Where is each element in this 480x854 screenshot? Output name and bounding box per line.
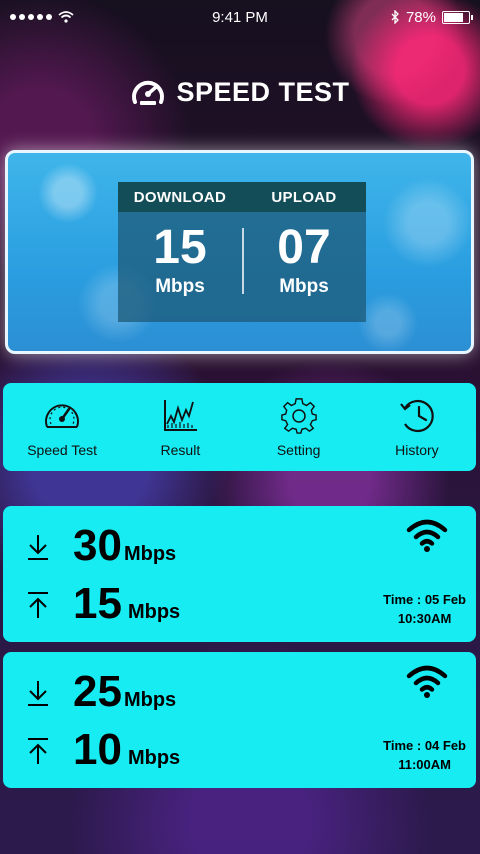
divider [242, 228, 244, 294]
history-time: Time : 04 Feb 11:00AM [383, 736, 466, 774]
history-clock-icon [400, 399, 434, 433]
history-card[interactable]: 30 Mbps 15 Mbps Time : 05 Feb 10:30AM [3, 506, 476, 642]
speed-values: 15 Mbps 07 Mbps [118, 212, 366, 322]
status-bar: 9:41 PM 78% [0, 0, 480, 34]
nav-result[interactable]: Result [121, 383, 239, 471]
history-upload-value: 10 [73, 725, 122, 774]
upload-arrow-icon [28, 738, 48, 764]
nav-history-label: History [395, 442, 439, 458]
nav-setting-label: Setting [276, 442, 321, 458]
speed-readout: DOWNLOAD UPLOAD 15 Mbps 07 Mbps [118, 182, 366, 322]
history-clock-time: 10:30AM [397, 611, 452, 626]
speedometer-icon [45, 404, 80, 428]
bluetooth-icon [391, 10, 399, 24]
download-value: 15 [153, 221, 207, 274]
app-title: SPEED TEST [176, 76, 350, 107]
status-right: 78% [390, 8, 473, 26]
history-download-value: 30 [73, 521, 122, 570]
wifi-icon [406, 665, 448, 698]
gear-icon [280, 398, 317, 434]
speed-header: DOWNLOAD UPLOAD [118, 182, 366, 212]
history-download-unit: Mbps [123, 689, 177, 711]
download-label: DOWNLOAD [133, 188, 227, 206]
history-download-unit: Mbps [123, 543, 177, 565]
upload-value: 07 [277, 221, 331, 274]
history-download-row: 25 Mbps [25, 670, 176, 714]
history-time: Time : 05 Feb 10:30AM [383, 590, 466, 628]
download-arrow-icon [28, 681, 48, 706]
app-header: SPEED TEST [0, 74, 480, 110]
history-upload-value: 15 [73, 579, 122, 628]
history-upload-unit: Mbps [127, 747, 181, 769]
download-readout: 15 Mbps [118, 212, 242, 322]
nav-bar: Speed Test Result Setting History [3, 383, 476, 471]
current-speed-panel: DOWNLOAD UPLOAD 15 Mbps 07 Mbps [5, 150, 474, 354]
history-card[interactable]: 25 Mbps 10 Mbps Time : 04 Feb 11:00AM [3, 652, 476, 788]
upload-arrow-icon [28, 592, 48, 618]
history-date: Time : 05 Feb [383, 592, 466, 607]
nav-setting[interactable]: Setting [240, 383, 358, 471]
nav-result-label: Result [160, 442, 201, 458]
history-clock-time: 11:00AM [398, 757, 451, 772]
chart-icon [164, 400, 198, 431]
nav-speed-test-label: Speed Test [27, 442, 98, 458]
history-date: Time : 04 Feb [383, 738, 466, 753]
upload-readout: 07 Mbps [242, 212, 366, 322]
wifi-icon [406, 519, 448, 552]
upload-label: UPLOAD [271, 188, 337, 206]
download-arrow-icon [28, 535, 48, 560]
battery-fill [444, 12, 463, 22]
nav-history[interactable]: History [358, 383, 476, 471]
history-download-row: 30 Mbps [25, 524, 176, 568]
history-upload-unit: Mbps [127, 601, 181, 623]
nav-speed-test[interactable]: Speed Test [3, 383, 121, 471]
history-download-value: 25 [73, 667, 122, 716]
battery-percent: 78% [405, 8, 436, 26]
battery-icon [442, 10, 473, 24]
history-upload-row: 10 Mbps [25, 728, 180, 772]
upload-unit: Mbps [279, 276, 329, 297]
speedometer-icon [132, 80, 165, 105]
download-unit: Mbps [155, 276, 205, 297]
history-upload-row: 15 Mbps [25, 582, 180, 626]
